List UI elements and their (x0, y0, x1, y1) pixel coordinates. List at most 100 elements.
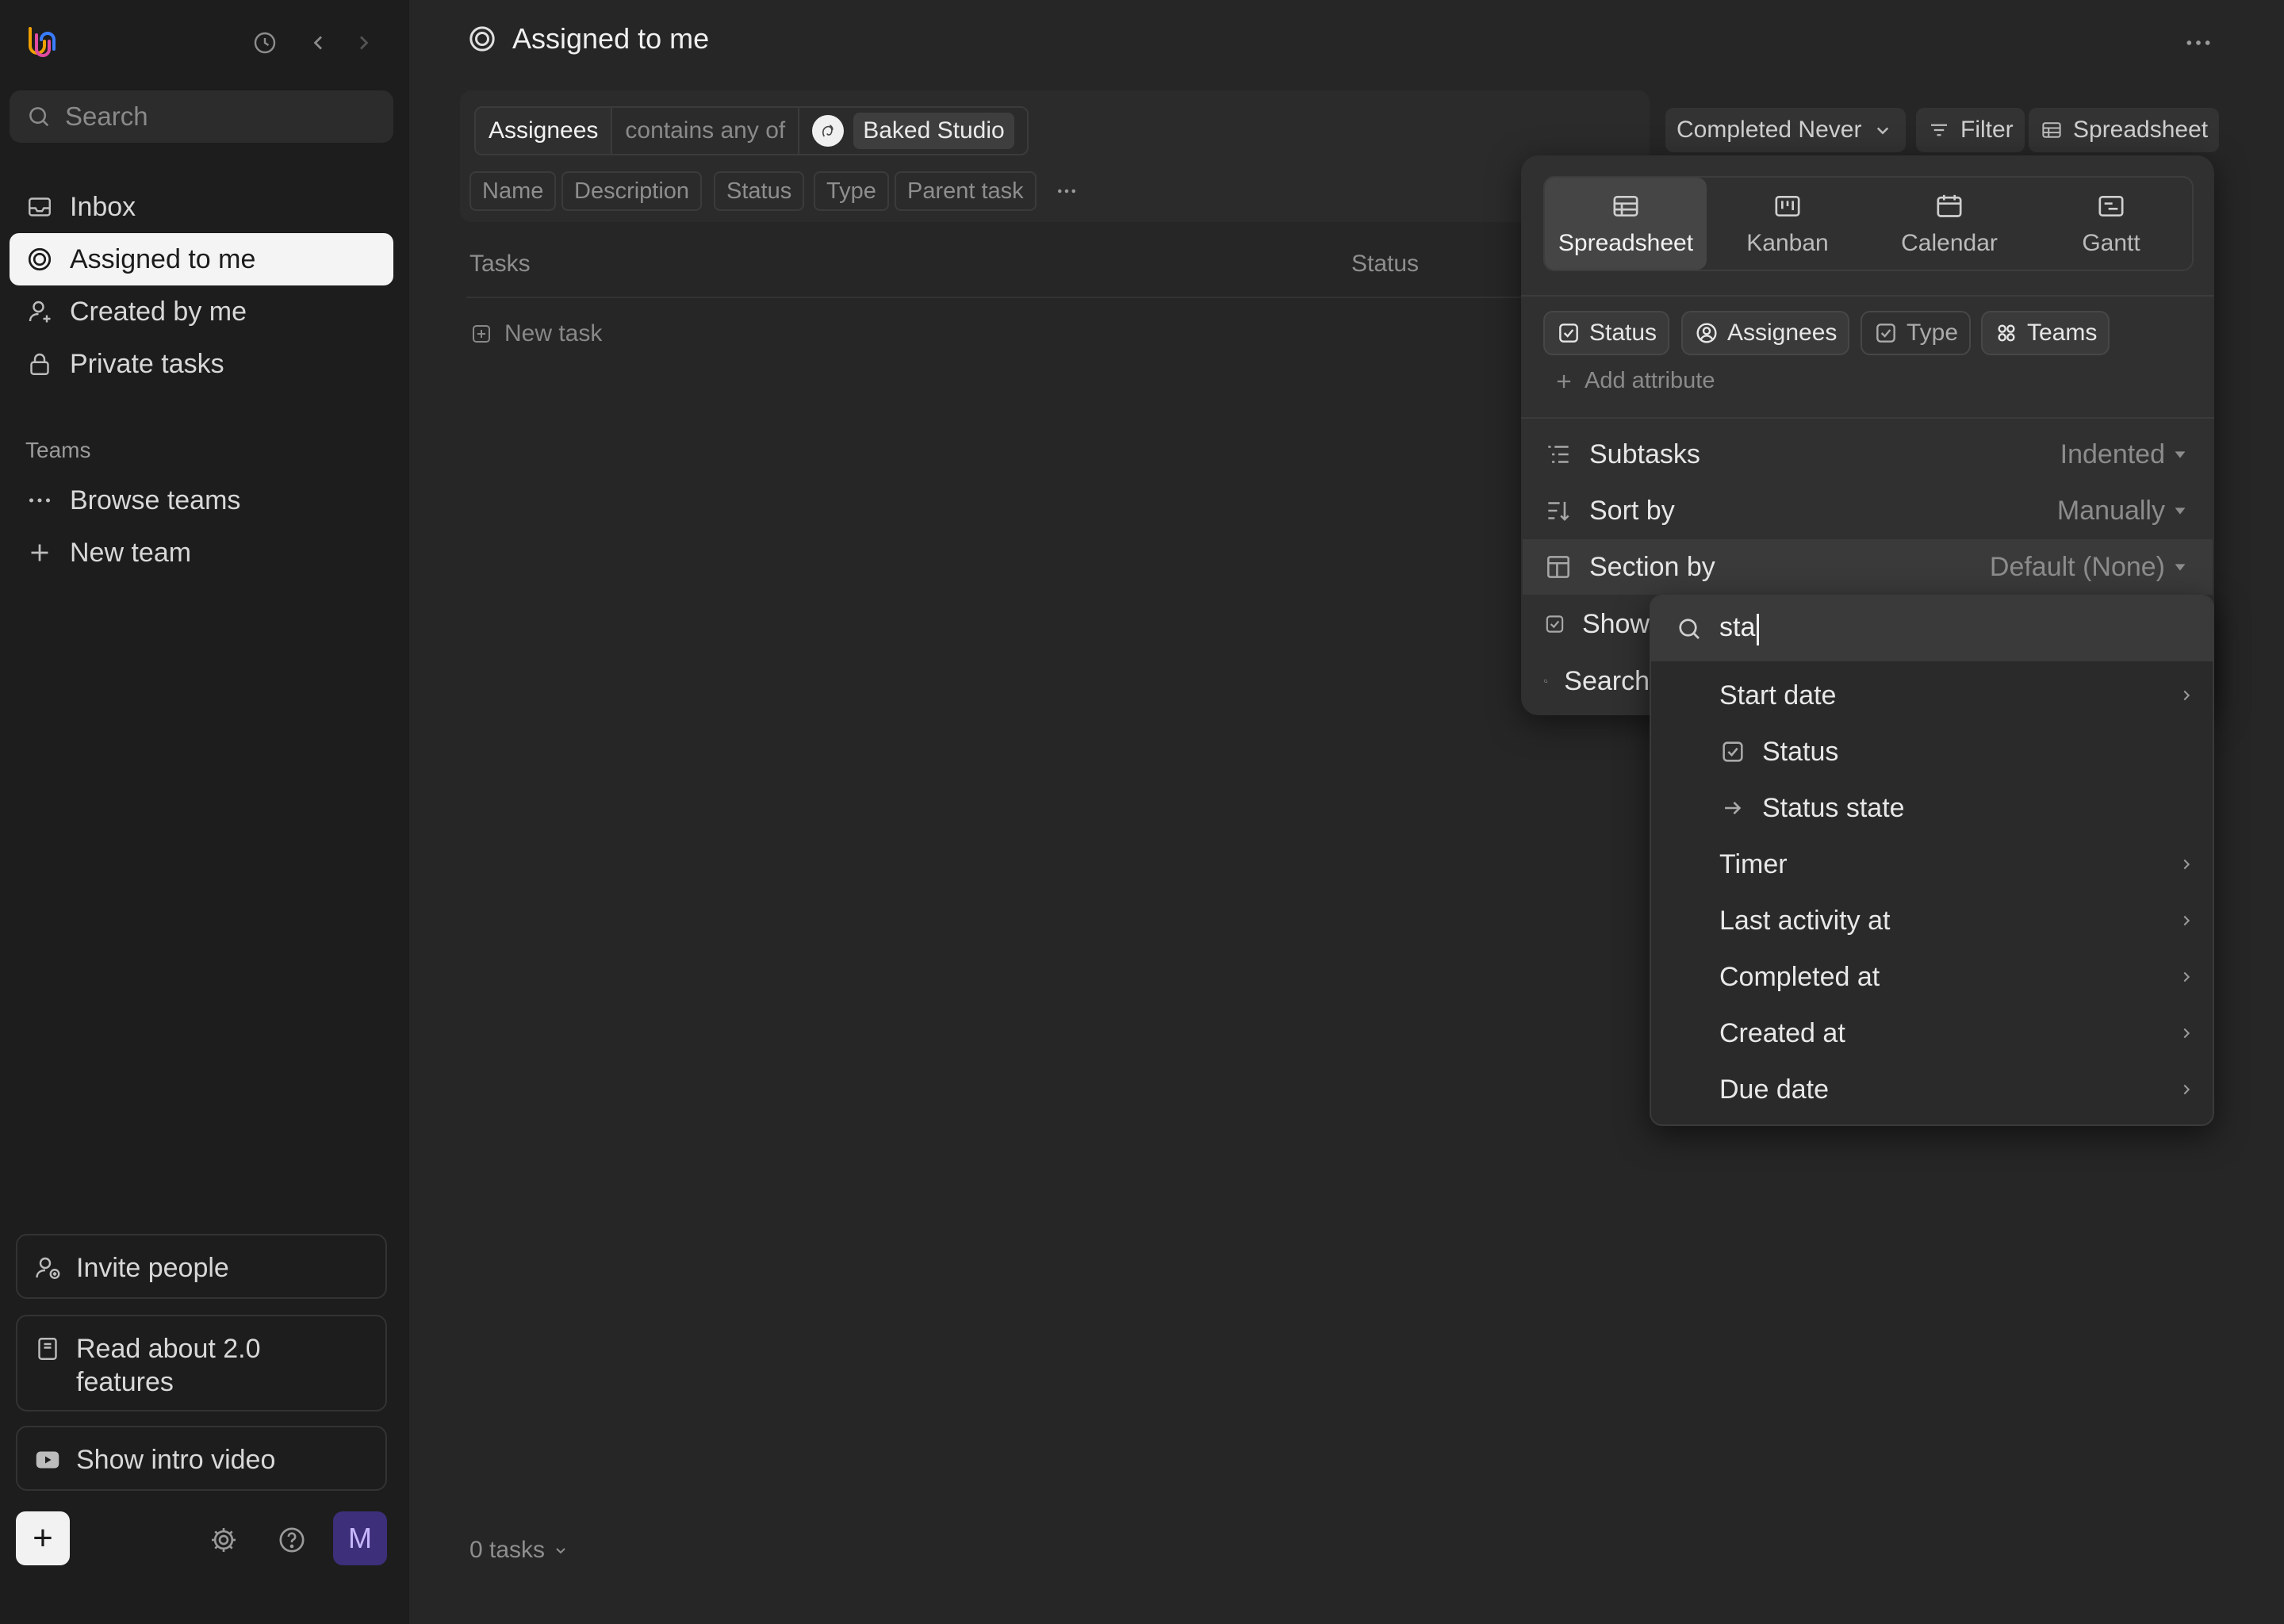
sidebar: Search Inbox Assigned to me Created by m… (0, 0, 409, 1624)
filter-lines-icon (1931, 124, 1947, 136)
option-value: Manually (2056, 495, 2165, 526)
sort-icon (1548, 501, 1569, 521)
filter-field[interactable]: Assignees (476, 108, 613, 154)
dropdown-item-status[interactable]: Status (1651, 724, 2213, 779)
settings-gear-icon[interactable] (208, 1524, 240, 1556)
sidebar-item-label: Inbox (70, 191, 136, 222)
chevron-right-icon (2183, 1084, 2190, 1095)
dropdown-item-timer[interactable]: Timer (1651, 837, 2213, 892)
filter-operator[interactable]: contains any of (612, 108, 800, 154)
user-avatar[interactable]: M (333, 1511, 387, 1565)
tab-calendar[interactable]: Calendar (1868, 178, 2030, 270)
option-label: Section by (1589, 551, 1715, 582)
chevron-down-icon (556, 1548, 565, 1554)
option-value: Indented (2060, 439, 2165, 469)
attribute-chip-status[interactable]: Status (1543, 311, 1670, 355)
checkbox-icon (1559, 324, 1578, 343)
back-arrow-icon[interactable] (305, 29, 333, 57)
dropdown-item-status-state[interactable]: Status state (1651, 780, 2213, 836)
filter-value-label: Baked Studio (853, 113, 1014, 149)
tab-gantt[interactable]: Gantt (2030, 178, 2192, 270)
option-sort-by[interactable]: Sort by Manually (1523, 483, 2213, 538)
task-count[interactable]: 0 tasks (469, 1537, 570, 1564)
calendar-icon (1937, 194, 1962, 217)
dropdown-item-last-activity-at[interactable]: Last activity at (1651, 893, 2213, 948)
sidebar-item-new-team[interactable]: New team (10, 527, 393, 579)
dropdown-item-due-date[interactable]: Due date (1651, 1062, 2213, 1117)
youtube-icon (36, 1451, 59, 1469)
tab-label: Spreadsheet (1558, 230, 1694, 256)
sidebar-search-input[interactable]: Search (10, 90, 393, 143)
column-header-status[interactable]: Status (1351, 251, 1419, 278)
attribute-chip-teams[interactable]: Teams (1981, 311, 2110, 355)
arrow-right-icon (1725, 802, 1742, 814)
option-label: Subtasks (1589, 439, 1700, 469)
more-columns-icon[interactable] (1053, 179, 1080, 203)
popover-divider (1521, 295, 2214, 297)
tab-spreadsheet[interactable]: Spreadsheet (1545, 178, 1707, 270)
filter-value[interactable]: Baked Studio (799, 108, 1026, 154)
column-header-tasks[interactable]: Tasks (469, 251, 531, 278)
list-indent-icon (1548, 446, 1569, 463)
checkbox-icon (1876, 324, 1895, 343)
sidebar-item-browse-teams[interactable]: Browse teams (10, 474, 393, 527)
show-intro-video-button[interactable]: Show intro video (16, 1426, 387, 1491)
dropdown-item-completed-at[interactable]: Completed at (1651, 949, 2213, 1005)
checkbox-icon (1723, 741, 1743, 762)
dropdown-item-label: Completed at (1719, 961, 1880, 992)
view-type-tabs: Spreadsheet Kanban Calendar Gantt (1543, 176, 2194, 271)
option-label: Show (1581, 608, 1650, 639)
grid-icon (1998, 324, 2015, 342)
task-count-label: 0 tasks (469, 1537, 546, 1563)
sidebar-item-private-tasks[interactable]: Private tasks (10, 338, 393, 390)
chevron-down-icon (1877, 127, 1889, 135)
invite-people-button[interactable]: Invite people (16, 1234, 387, 1299)
sidebar-item-assigned-to-me[interactable]: Assigned to me (10, 233, 393, 285)
attribute-chip-type[interactable]: Type (1861, 311, 1972, 355)
add-attribute-button[interactable]: Add attribute (1553, 368, 1715, 394)
dropdown-search-value: sta (1719, 612, 1756, 643)
chevron-right-icon (2183, 1028, 2190, 1039)
sidebar-item-inbox[interactable]: Inbox (10, 181, 393, 233)
caret-down-icon (2175, 564, 2186, 571)
attribute-chip-assignees[interactable]: Assignees (1681, 311, 1850, 355)
more-options-icon[interactable] (2182, 27, 2214, 59)
help-icon[interactable] (276, 1524, 308, 1556)
attribute-label: Teams (2027, 320, 2098, 346)
inbox-icon (29, 197, 51, 216)
history-icon[interactable] (251, 29, 279, 57)
option-search[interactable]: Search (1523, 653, 1650, 709)
sidebar-item-created-by-me[interactable]: Created by me (10, 285, 393, 338)
header-divider (466, 297, 1521, 298)
option-subtasks[interactable]: Subtasks Indented (1523, 427, 2213, 482)
dropdown-item-start-date[interactable]: Start date (1651, 668, 2213, 723)
column-chip-status[interactable]: Status (714, 171, 805, 211)
column-chip-name[interactable]: Name (469, 171, 557, 211)
new-task-button[interactable]: New task (469, 320, 602, 347)
column-chip-description[interactable]: Description (561, 171, 703, 211)
view-button-label: Spreadsheet (2073, 117, 2209, 143)
filter-condition[interactable]: Assignees contains any of Baked Studio (474, 106, 1029, 155)
dropdown-item-created-at[interactable]: Created at (1651, 1005, 2213, 1061)
more-dots-icon (29, 498, 51, 503)
dropdown-item-label: Status state (1762, 792, 1905, 823)
caret-down-icon (2175, 508, 2186, 515)
completed-filter-dropdown[interactable]: Completed Never (1665, 108, 1907, 152)
read-features-button[interactable]: Read about 2.0 features (16, 1315, 387, 1411)
option-section-by[interactable]: Section by Default (None) (1523, 539, 2213, 595)
column-chip-parent-task[interactable]: Parent task (895, 171, 1037, 211)
popover-divider (1521, 417, 2214, 419)
app-logo[interactable] (22, 22, 60, 60)
tab-kanban[interactable]: Kanban (1707, 178, 1868, 270)
option-show[interactable]: Show (1523, 596, 1650, 652)
filter-button[interactable]: Filter (1916, 108, 2025, 152)
book-icon (38, 1338, 57, 1360)
quick-add-button[interactable]: + (16, 1511, 70, 1565)
attribute-label: Status (1589, 320, 1657, 346)
column-chip-type[interactable]: Type (814, 171, 889, 211)
view-button[interactable]: Spreadsheet (2029, 108, 2220, 152)
tab-label: Kanban (1746, 230, 1829, 256)
forward-arrow-icon[interactable] (349, 29, 377, 57)
dropdown-search-input[interactable]: sta (1651, 596, 2213, 661)
tab-label: Gantt (2082, 230, 2140, 256)
